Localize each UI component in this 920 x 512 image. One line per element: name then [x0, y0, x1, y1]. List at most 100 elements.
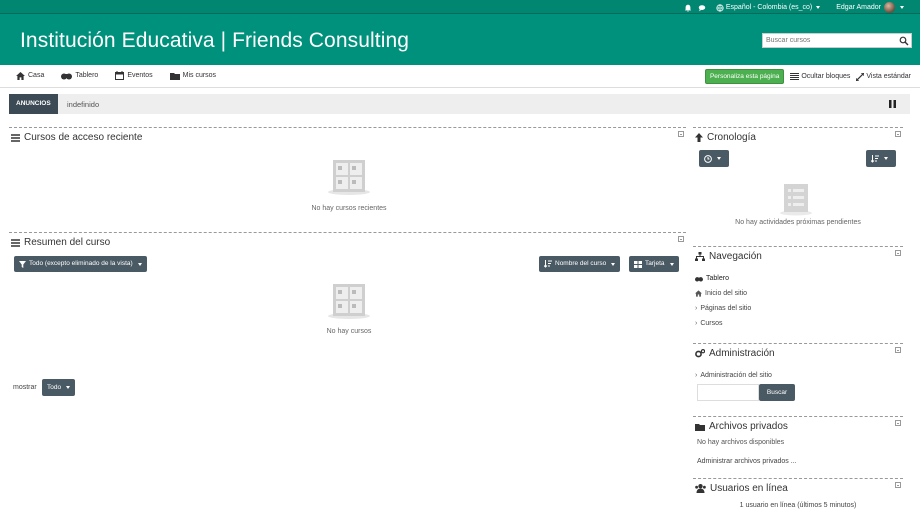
sort-icon — [871, 154, 879, 163]
block-title: Administración — [695, 348, 775, 359]
admin-tree-item-site-admin[interactable]: › Administración del sitio — [695, 368, 772, 383]
recent-courses-block: Cursos de acceso reciente No hay cursos … — [9, 127, 686, 227]
view-button-label: Tarjeta — [645, 260, 665, 267]
site-title[interactable]: Institución Educativa | Friends Consulti… — [20, 29, 409, 53]
language-label: Español - Colombia (es_co) — [725, 4, 813, 11]
collapse-icon[interactable] — [895, 131, 901, 137]
search-icon[interactable] — [899, 36, 909, 46]
nav-item-my-courses[interactable]: Mis cursos — [169, 71, 217, 80]
standard-view-button[interactable]: Vista estándar — [856, 72, 911, 81]
nav-tree-item-site-home[interactable]: Inicio del sitio — [695, 286, 751, 301]
block-title: Resumen del curso — [11, 237, 110, 248]
list-icon — [11, 133, 20, 142]
block-title-label: Archivos privados — [709, 421, 788, 432]
course-overview-block: Resumen del curso Todo (excepto eliminad… — [9, 232, 686, 402]
nav-item-home[interactable]: Casa — [16, 71, 44, 80]
block-title-label: Administración — [709, 348, 775, 359]
message-icon[interactable] — [698, 4, 706, 12]
empty-message: No hay cursos — [326, 328, 372, 335]
nav-item-events[interactable]: Eventos — [115, 71, 153, 80]
customize-page-button[interactable]: Personaliza esta página — [704, 69, 785, 84]
block-title-label: Resumen del curso — [24, 237, 111, 248]
block-title-label: Usuarios en línea — [710, 483, 788, 494]
empty-message: No hay cursos recientes — [311, 205, 387, 212]
manage-private-files-link[interactable]: Administrar archivos privados ... — [697, 458, 797, 465]
standard-view-label: Vista estándar — [866, 73, 911, 80]
nav-tree-item-dashboard[interactable]: Tablero — [695, 271, 751, 286]
course-card-icon — [328, 284, 370, 319]
folder-icon — [169, 72, 180, 80]
collapse-icon[interactable] — [895, 482, 901, 488]
dashboard-icon — [61, 73, 73, 79]
block-title: Cursos de acceso reciente — [11, 132, 142, 143]
nav-tree-item-site-pages[interactable]: › Páginas del sitio — [695, 301, 751, 316]
filter-button-label: Todo (excepto eliminado de la vista) — [29, 260, 133, 267]
course-card-icon — [328, 160, 370, 195]
admin-search-input[interactable] — [697, 384, 759, 401]
block-title: Navegación — [695, 251, 762, 262]
pause-icon[interactable] — [889, 100, 896, 108]
globe-icon — [716, 3, 724, 12]
administration-tree: › Administración del sitio — [695, 368, 772, 383]
hide-blocks-button[interactable]: Ocultar bloques — [790, 73, 850, 80]
admin-search-button[interactable]: Buscar — [759, 384, 795, 401]
collapse-icon[interactable] — [895, 250, 901, 256]
navigation-block: Navegación Tablero Inicio del sitio › Pá… — [693, 246, 903, 336]
list-icon — [790, 73, 800, 80]
home-icon — [16, 71, 25, 80]
nav-item-label: Mis cursos — [182, 72, 217, 79]
collapse-icon[interactable] — [678, 131, 684, 137]
arrow-up-icon — [695, 133, 703, 142]
calendar-icon — [115, 71, 125, 80]
language-menu[interactable]: Español - Colombia (es_co) — [716, 3, 821, 12]
expand-icon — [856, 72, 865, 81]
cogs-icon — [695, 349, 705, 358]
timeline-filter-button[interactable] — [699, 150, 729, 167]
nav-item-dashboard[interactable]: Tablero — [61, 71, 98, 80]
dashboard-icon — [695, 276, 703, 282]
bell-icon[interactable] — [684, 4, 692, 12]
nav-tree-label: Páginas del sitio — [700, 305, 752, 312]
block-title-label: Navegación — [709, 251, 762, 262]
list-icon — [11, 238, 20, 247]
nav-tree-label: Cursos — [700, 320, 723, 327]
block-title-label: Cursos de acceso reciente — [24, 132, 143, 143]
nav-tree-item-courses[interactable]: › Cursos — [695, 316, 751, 331]
clock-icon — [704, 154, 712, 163]
nav-item-label: Tablero — [75, 72, 99, 79]
admin-tree-label: Administración del sitio — [700, 372, 772, 379]
sitemap-icon — [695, 252, 705, 261]
grid-icon — [634, 260, 642, 268]
filter-button[interactable]: Todo (excepto eliminado de la vista) — [14, 256, 147, 272]
timeline-sort-button[interactable] — [866, 150, 896, 167]
chevron-down-icon — [816, 6, 821, 9]
nav-item-label: Eventos — [127, 72, 153, 79]
users-icon — [695, 484, 706, 493]
block-title: Usuarios en línea — [695, 483, 788, 494]
announcement-bar: ANUNCIOS indefinido — [9, 94, 910, 114]
show-label: mostrar — [13, 384, 37, 391]
user-name: Edgar Amador — [836, 4, 881, 11]
sort-button[interactable]: Nombre del curso — [539, 256, 621, 272]
folder-icon — [695, 423, 705, 431]
chevron-right-icon: › — [695, 305, 698, 312]
search-input[interactable] — [763, 34, 895, 47]
user-menu[interactable]: Edgar Amador — [836, 2, 904, 13]
page-actions: Personaliza esta página Ocultar bloques … — [704, 69, 911, 84]
sort-button-label: Nombre del curso — [555, 260, 607, 267]
primary-nav: Casa Tablero Eventos Mis cursos — [16, 71, 216, 80]
show-all-button[interactable]: Todo — [42, 379, 76, 396]
timeline-block: Cronología No hay actividades próximas p… — [693, 127, 903, 232]
private-files-empty: No hay archivos disponibles — [697, 439, 785, 446]
hide-blocks-label: Ocultar bloques — [801, 73, 851, 80]
filter-icon — [19, 260, 26, 268]
course-search — [762, 33, 912, 48]
view-button[interactable]: Tarjeta — [629, 256, 679, 272]
collapse-icon[interactable] — [678, 236, 684, 242]
collapse-icon[interactable] — [895, 347, 901, 353]
block-title: Archivos privados — [695, 421, 788, 432]
online-users-block: Usuarios en línea 1 usuario en línea (úl… — [693, 478, 903, 512]
collapse-icon[interactable] — [895, 420, 901, 426]
avatar — [884, 2, 895, 13]
online-users-summary: 1 usuario en línea (últimos 5 minutos) — [739, 502, 857, 509]
